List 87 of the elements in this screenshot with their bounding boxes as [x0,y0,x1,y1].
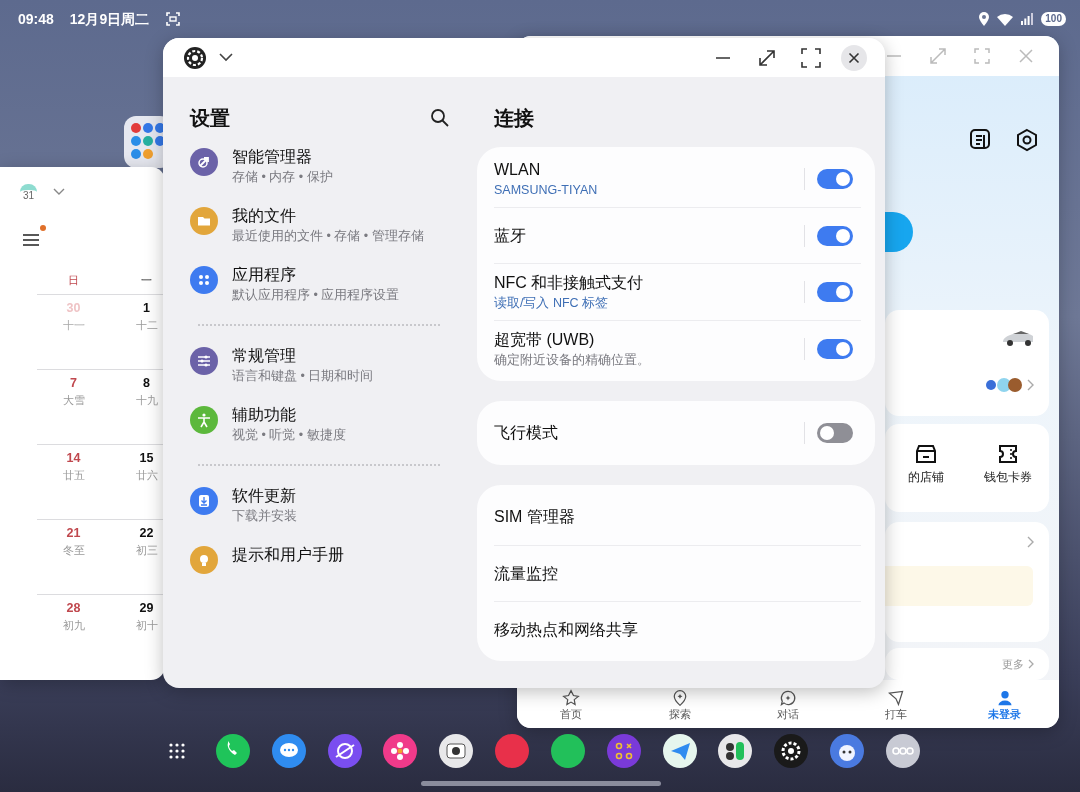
close-icon[interactable] [841,44,867,71]
search-icon[interactable] [430,108,450,128]
lunar-date: 十一 [61,318,86,333]
wifi-icon [997,12,1014,26]
toggle-switch[interactable] [817,169,853,189]
toggle-switch[interactable] [817,225,853,246]
date-number[interactable]: 1 [110,299,165,317]
lunar-date: 大雪 [61,393,86,408]
sidebar-item[interactable]: 辅助功能 视觉 • 听觉 • 敏捷度 [190,395,450,454]
date-number[interactable]: 28 [37,599,110,617]
camera-icon[interactable] [439,734,474,768]
chevron-down-icon[interactable] [219,53,233,62]
weekday-label: 一 [140,273,153,288]
sidebar-item[interactable]: 常规管理 语言和键盘 • 日期和时间 [190,336,450,395]
setting-title: 蓝牙 [494,225,527,246]
lunar-date: 冬至 [61,543,86,558]
sidebar-title: 设置 [190,106,230,131]
store-icon [915,444,937,464]
nav-tab[interactable]: 未登录 [988,689,1022,723]
date-number[interactable]: 14 [37,449,110,467]
signal-icon [1021,13,1034,25]
nav-tab[interactable]: 探索 [668,689,691,723]
send-icon [887,689,906,707]
lunar-date: 廿六 [134,468,159,483]
setting-subtitle: 读取/写入 NFC 标签 [494,295,610,312]
setting-subtitle: 确定附近设备的精确位置。 [494,352,651,369]
date-number[interactable]: 29 [110,599,165,617]
battery-indicator: 100 [1041,12,1066,26]
setting-title: SIM 管理器 [494,507,576,527]
sidebar-item[interactable]: 我的文件 最近使用的文件 • 存储 • 管理存储 [190,196,450,255]
sidebar-item[interactable]: 智能管理器 存储 • 内存 • 保护 [190,137,450,196]
status-date: 12月9日周二 [69,9,150,29]
setting-title: WLAN [494,160,542,180]
planet-icon[interactable] [327,734,362,768]
star-icon [562,689,581,707]
car-icon [1001,328,1035,346]
app-icon[interactable] [550,734,585,768]
location-icon [979,12,990,26]
settings-icon[interactable] [1015,128,1039,152]
nav-tab[interactable]: 首页 [560,689,583,723]
screenshot-icon [165,11,182,27]
lunar-date: 十九 [134,393,159,408]
action-button[interactable] [885,212,913,252]
detail-title: 连接 [494,106,535,131]
status-time: 09:48 [18,9,54,29]
gear-icon[interactable] [774,734,809,768]
flower-icon[interactable] [383,734,418,768]
paper-plane-icon[interactable] [662,734,697,768]
app-icon[interactable] [495,734,530,768]
lunar-date: 初九 [61,618,86,633]
shortcut-button[interactable]: 钱包卡券 [967,444,1049,512]
date-number[interactable]: 22 [110,524,165,542]
lunar-date: 廿五 [61,468,86,483]
character-icons-drawing [985,376,1023,394]
chevron-right-icon [1028,659,1035,670]
grid-icon[interactable] [606,734,641,768]
sidebar-item[interactable]: 软件更新 下载并安装 [190,476,450,535]
weekday-label: 日 [67,273,80,288]
calculator-icon[interactable] [718,734,753,768]
setting-subtitle: SAMSUNG-TIYAN [494,182,599,199]
nav-tab[interactable]: 对话 [777,689,799,723]
ticket-icon [997,444,1019,464]
document-icon[interactable] [969,128,991,150]
date-number[interactable]: 7 [37,374,110,392]
chat-bubble-icon [779,689,797,707]
setting-title: 飞行模式 [494,423,559,443]
sidebar-item[interactable]: 提示和用户手册 [190,535,450,583]
setting-title: 超宽带 (UWB) [494,330,596,350]
date-number[interactable]: 21 [37,524,110,542]
lunar-date: 十二 [134,318,159,333]
setting-title: NFC 和非接触式支付 [494,273,645,293]
setting-title: 流量监控 [494,563,559,584]
shortcut-button[interactable]: 的店铺 [885,444,967,512]
date-number[interactable]: 15 [110,449,165,467]
more-apps-icon[interactable] [885,734,920,768]
toggle-switch[interactable] [817,423,853,443]
mascot-icon[interactable] [830,734,865,768]
toggle-switch[interactable] [817,339,853,359]
nav-tab[interactable]: 打车 [885,689,908,723]
chat-icon[interactable] [271,734,306,768]
toggle-switch[interactable] [817,282,853,302]
lunar-date: 初十 [134,618,159,633]
setting-title: 移动热点和网络共享 [494,619,639,640]
gear-app-icon[interactable] [183,45,207,70]
date-number[interactable]: 8 [110,374,165,392]
phone-icon[interactable] [215,734,250,768]
sidebar-item[interactable]: 应用程序 默认应用程序 • 应用程序设置 [190,255,450,314]
